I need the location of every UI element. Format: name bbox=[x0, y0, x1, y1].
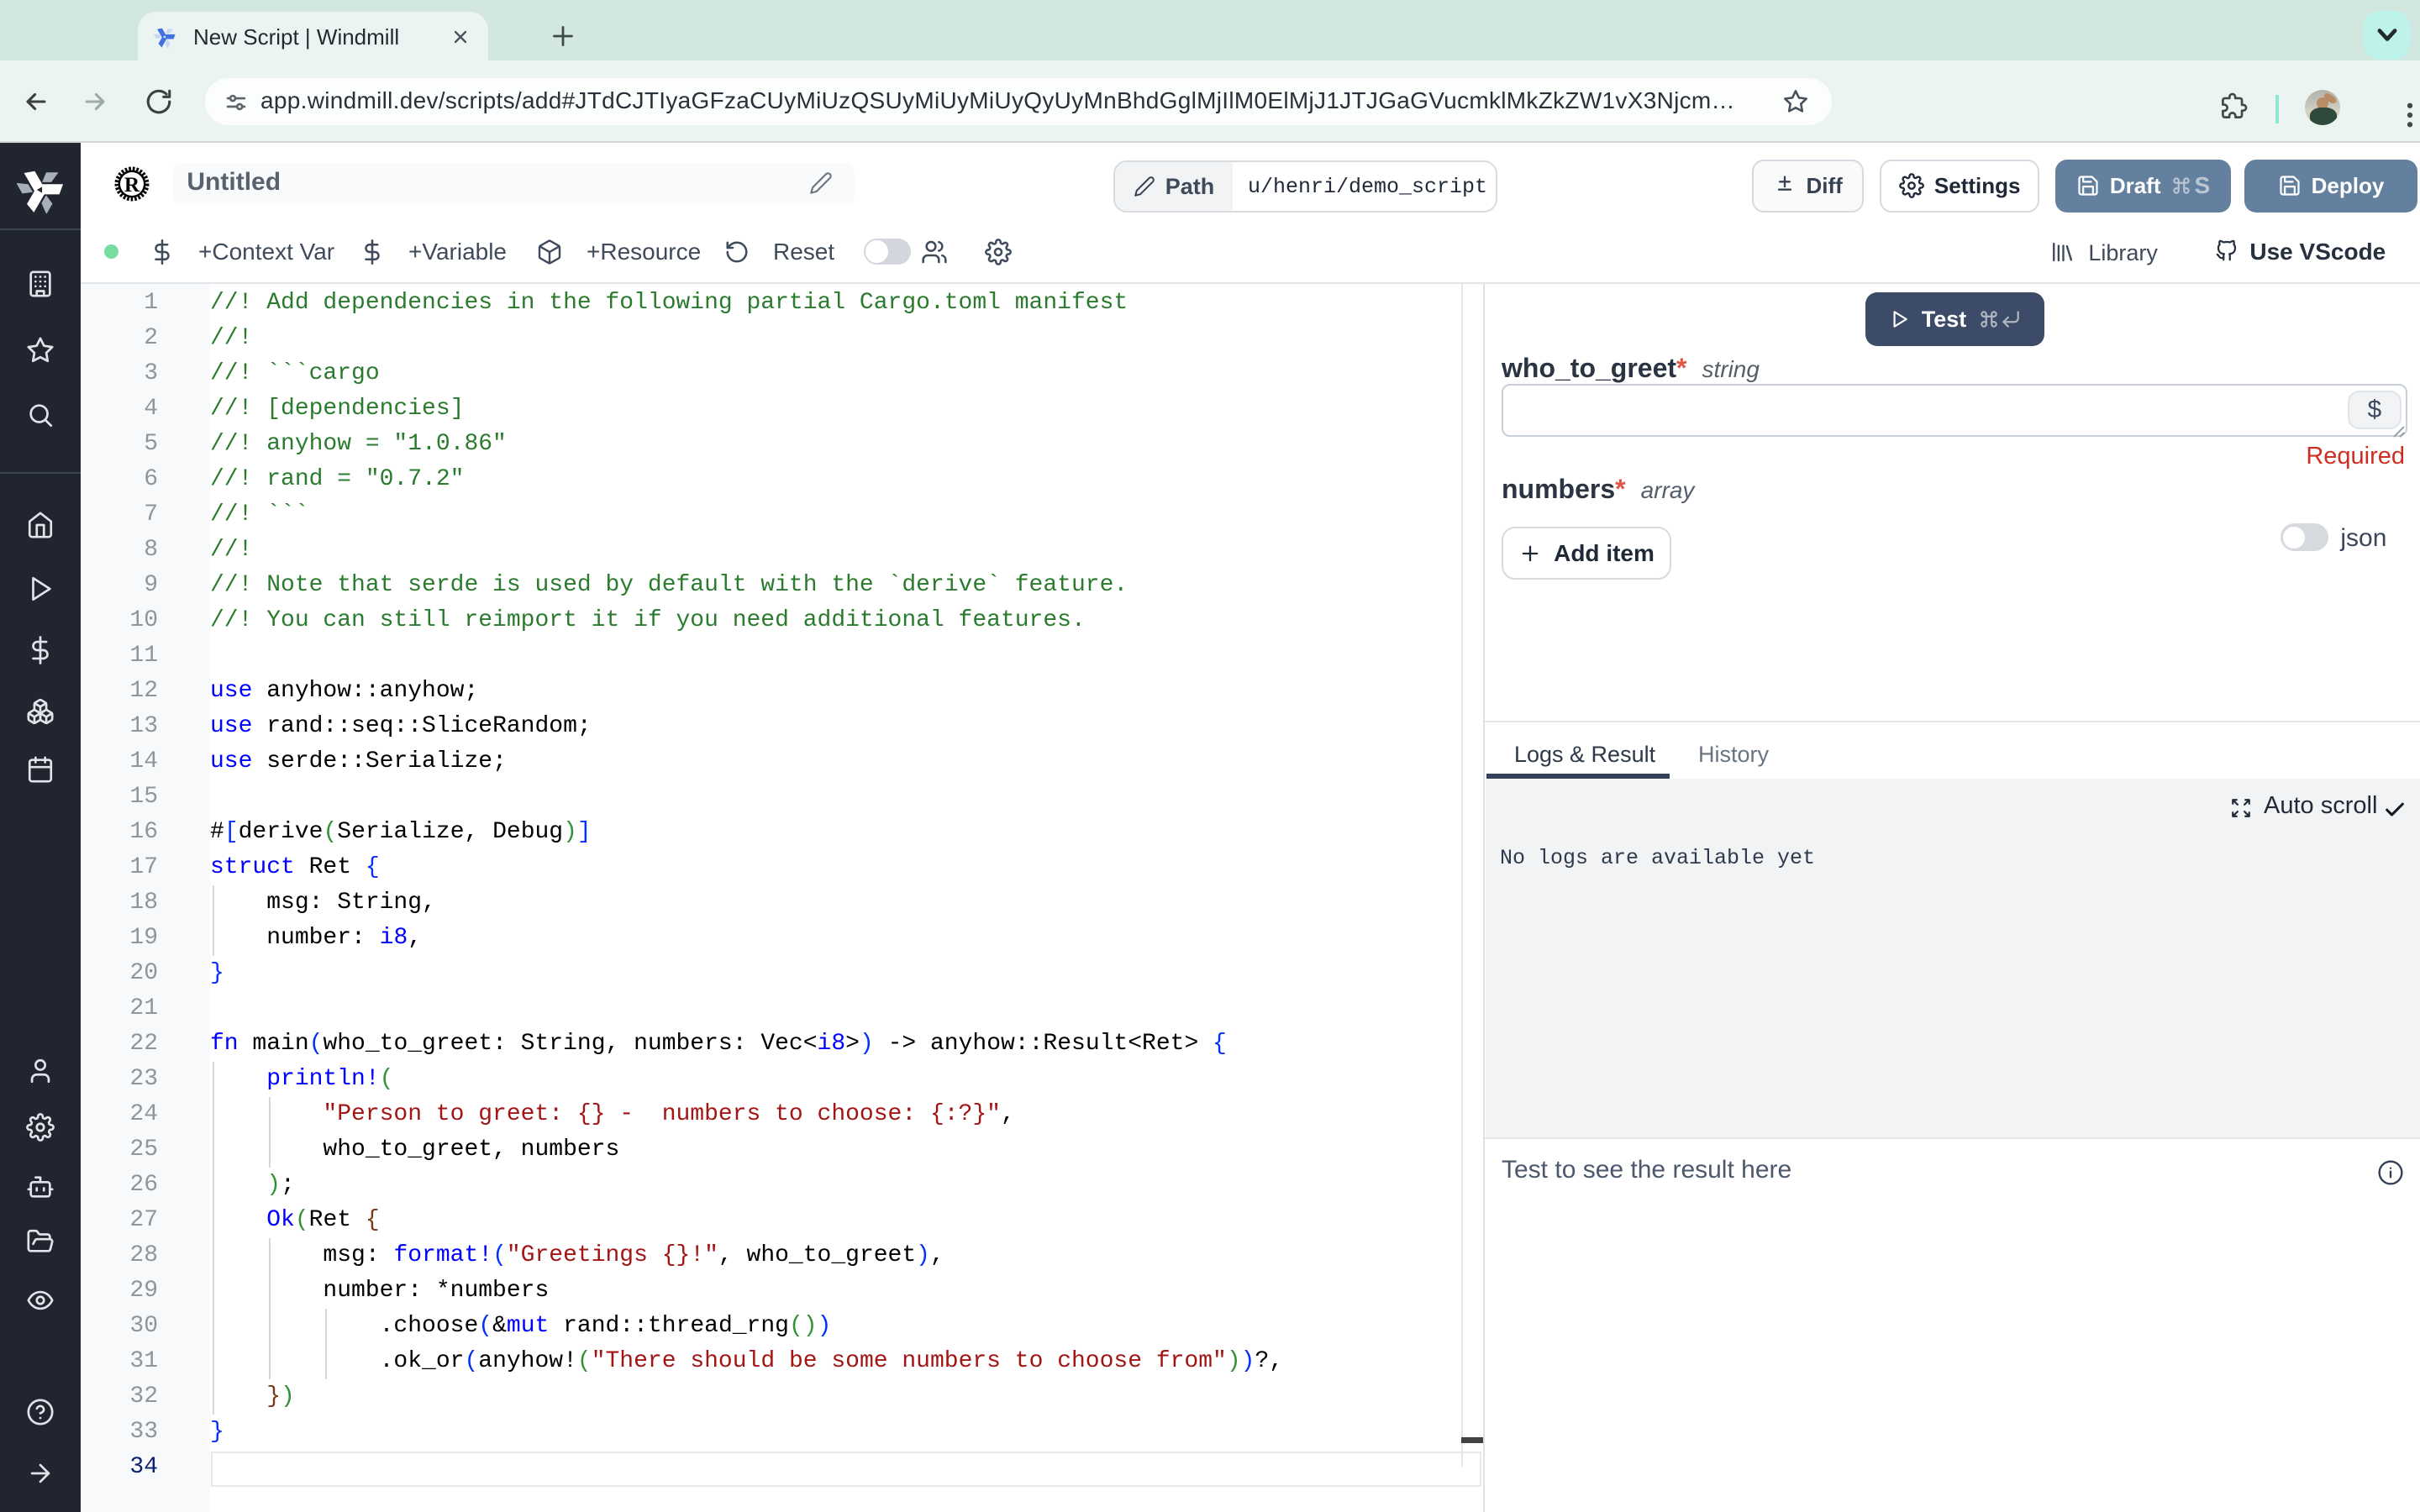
svg-text:R: R bbox=[124, 173, 140, 197]
